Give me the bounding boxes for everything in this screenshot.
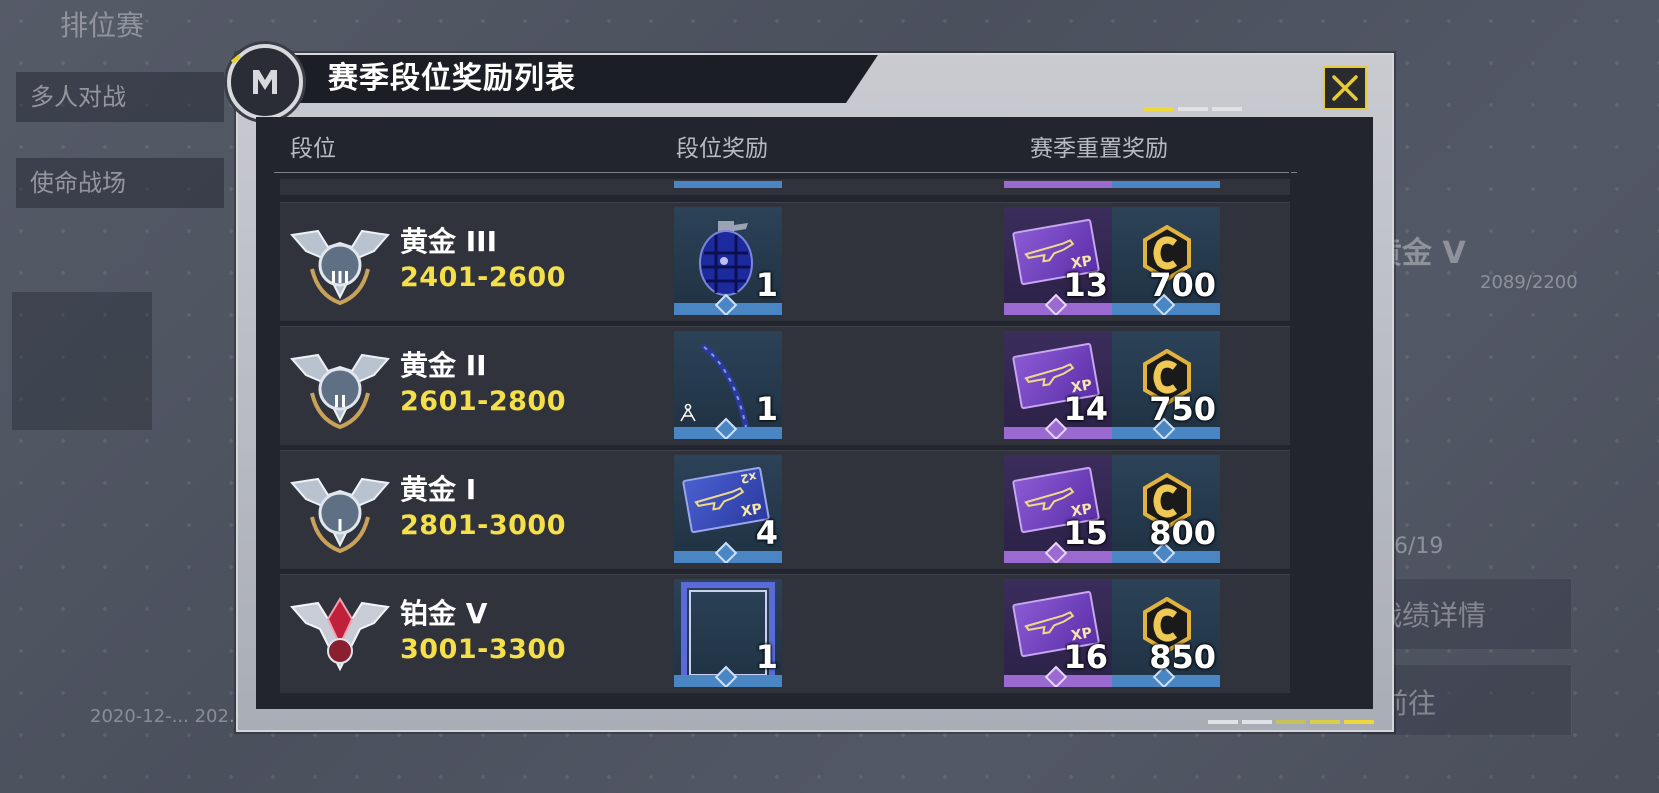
reset-reward-item[interactable]: 850 [1112, 579, 1220, 687]
item-quantity: 700 [1149, 266, 1216, 304]
bg-tab-multiplayer: 多人对战 [16, 72, 224, 122]
header-rank: 段位 [290, 136, 336, 162]
header-divider [274, 172, 1297, 173]
list-item[interactable]: 黄金 III 2401-2600 1 XP 13 700 [280, 202, 1290, 321]
list-item-partial [280, 179, 1290, 195]
reset-reward-item[interactable]: 800 [1112, 455, 1220, 563]
platinum-rank-badge-5 [290, 597, 390, 672]
season-rank-rewards-dialog: 赛季段位奖励列表 段位 段位奖励 赛季重置奖励 黄金 III 2401-2600… [227, 44, 1394, 732]
rank-name: 铂金 V [400, 597, 488, 630]
bg-tab-battle-royale: 使命战场 [16, 158, 224, 208]
rank-name: 黄金 II [400, 349, 487, 382]
gold-rank-badge-3 [290, 229, 390, 306]
bg-card [12, 292, 152, 430]
reset-reward-item[interactable]: XP 13 [1004, 207, 1112, 315]
item-quantity: 1 [755, 266, 778, 304]
reset-reward-item[interactable]: XP 14 [1004, 331, 1112, 439]
top-pager-indicator [1144, 107, 1242, 111]
item-quantity: 15 [1063, 514, 1108, 552]
header-season-reset-reward: 赛季重置奖励 [1030, 136, 1168, 162]
rank-range: 2601-2800 [400, 386, 566, 417]
rank-reward-item[interactable]: 1 [674, 331, 782, 439]
rank-reward-item[interactable]: x2 XP 4 [674, 455, 782, 563]
item-quantity: 850 [1149, 638, 1216, 676]
list-item[interactable]: 铂金 V 3001-3300 1 XP 16 850 [280, 574, 1290, 693]
compass-icon [680, 403, 696, 422]
item-quantity: 14 [1063, 390, 1108, 428]
item-quantity: 13 [1063, 266, 1108, 304]
bg-rank-points: 2089/2200 [1480, 272, 1578, 293]
bottom-pager-indicator [1208, 720, 1374, 724]
bg-page-title: 排位赛 [60, 9, 145, 42]
close-x-icon [1332, 75, 1358, 101]
rank-reward-item[interactable]: 1 [674, 207, 782, 315]
rank-range: 2401-2600 [400, 262, 566, 293]
list-item[interactable]: 黄金 I 2801-3000 x2 XP 4 XP 15 800 [280, 450, 1290, 569]
rank-range: 3001-3300 [400, 634, 566, 665]
dialog-title: 赛季段位奖励列表 [328, 61, 576, 96]
gold-rank-badge-2 [290, 353, 390, 430]
table-header: 段位 段位奖励 赛季重置奖励 [256, 117, 1373, 169]
header-rank-reward: 段位奖励 [676, 136, 768, 162]
rank-range: 2801-3000 [400, 510, 566, 541]
item-quantity: 1 [755, 638, 778, 676]
close-button[interactable] [1323, 66, 1367, 110]
gold-rank-badge-1 [290, 477, 390, 554]
reset-reward-item[interactable]: XP 16 [1004, 579, 1112, 687]
bg-date: 2020-12-... 202... [90, 706, 247, 727]
rank-reward-item[interactable]: 1 [674, 579, 782, 687]
rewards-list[interactable]: 黄金 III 2401-2600 1 XP 13 700 黄金 II 2601-… [256, 179, 1373, 709]
reset-reward-item[interactable]: 700 [1112, 207, 1220, 315]
item-quantity: 1 [755, 390, 778, 428]
rewards-table: 段位 段位奖励 赛季重置奖励 黄金 III 2401-2600 1 XP 13 … [256, 117, 1373, 709]
reset-reward-item[interactable]: XP 15 [1004, 455, 1112, 563]
item-quantity: 750 [1149, 390, 1216, 428]
item-quantity: 16 [1063, 638, 1108, 676]
list-item[interactable]: 黄金 II 2601-2800 1 XP 14 750 [280, 326, 1290, 445]
reset-reward-item[interactable]: 750 [1112, 331, 1220, 439]
rank-name: 黄金 I [400, 473, 477, 506]
item-quantity: 800 [1149, 514, 1216, 552]
rank-name: 黄金 III [400, 225, 498, 258]
item-quantity: 4 [755, 514, 778, 552]
